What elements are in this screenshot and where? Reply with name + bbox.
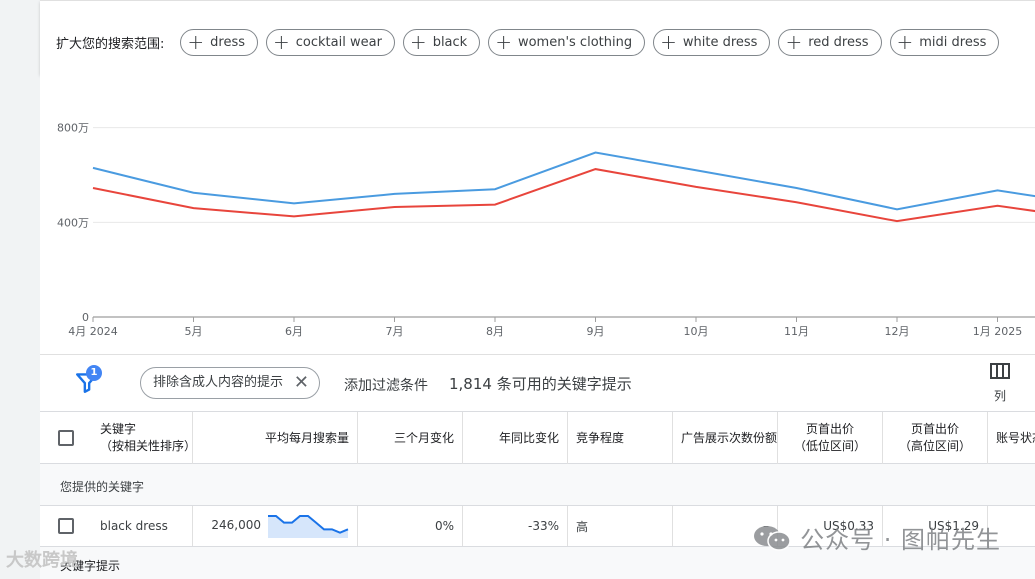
header-keyword-label: 关键字 [100,422,137,436]
columns-button[interactable]: 列 [985,363,1015,404]
x-tick-label: 8月 [486,325,504,338]
x-tick-label: 10月 [684,325,709,338]
header-keyword-sub: （按相关性排序） [100,439,193,453]
x-tick-label: 1月 2025 [973,325,1023,338]
x-tick-label: 9月 [587,325,605,338]
header-keyword[interactable]: 关键字 （按相关性排序） [92,412,193,464]
refine-label: 扩大您的搜索范围: [56,36,165,52]
filter-bar: 1 排除含成人内容的提示 ✕ 添加过滤条件 1,814 条可用的关键字提示 列 [40,354,1035,411]
y-tick-label: 0 [82,311,89,324]
refine-chip[interactable]: + red dress [778,28,882,56]
refine-chip-label: cocktail wear [295,34,382,50]
refine-chip-label: women's clothing [517,34,633,50]
plus-icon: + [785,30,803,54]
refine-chip-label: red dress [808,34,869,50]
refine-chip[interactable]: + dress [180,28,259,56]
avg-searches-cell: 246,000 [193,506,358,546]
watermark: 公众号 · 图帕先生 [752,520,1001,555]
header-top-bid-low-label: 页首出价 [805,422,854,436]
refine-chip[interactable]: + women's clothing [488,28,646,56]
x-tick-label: 12月 [885,325,910,338]
plus-icon: + [409,30,427,54]
refine-chip[interactable]: + midi dress [889,28,1000,56]
yoy-cell: -33% [463,506,568,546]
x-tick-label: 11月 [784,325,809,338]
refine-chip-label: dress [210,34,246,50]
header-three-month[interactable]: 三个月变化 [358,412,463,464]
wechat-icon [754,525,791,551]
plus-icon: + [896,30,914,54]
columns-icon [990,363,1010,379]
keyword-cell: black dress [92,506,193,546]
header-competition[interactable]: 竞争程度 [568,412,673,464]
header-impression-share[interactable]: 广告展示次数份额 [673,412,778,464]
y-tick-label: 400万 [57,216,89,229]
y-tick-label: 800万 [57,122,89,135]
x-tick-label: 5月 [185,325,203,338]
refine-chip-label: midi dress [919,34,987,50]
corner-watermark: 大数跨境 [6,550,78,571]
columns-label: 列 [993,389,1006,403]
header-top-bid-high-label: 页首出价 [910,422,959,436]
search-volume-chart: 800万 400万 0 4月 2024 5月 6月 7月 8月 9月 10月 11月 12月 1月 20… [40,74,1035,354]
refine-chip[interactable]: + black [402,28,481,56]
add-filter-button[interactable]: 添加过滤条件 [344,375,428,395]
series-line-1 [92,168,1035,223]
refine-chip[interactable]: + cocktail wear [266,28,395,56]
table-header: 关键字 （按相关性排序） 平均每月搜索量 三个月变化 年同比变化 竞争程度 广告… [40,411,1035,464]
trend-chart-svg: 800万 400万 04月 2024 5月 6月 7月 8月 9月 10月 11月 12月 1月 20… [57,122,1035,338]
avg-searches-value: 246,000 [211,518,261,532]
select-all-checkbox-cell[interactable] [40,412,92,464]
select-all-checkbox[interactable] [58,430,74,446]
plus-icon: + [495,30,512,54]
header-top-bid-high[interactable]: 页首出价 （高位区间） [883,412,988,464]
three-month-cell: 0% [358,506,463,546]
row-checkbox[interactable] [58,518,74,534]
competition-cell: 高 [568,506,673,546]
x-tick-label: 6月 [285,325,303,338]
x-tick-label: 7月 [386,325,404,338]
header-top-bid-low[interactable]: 页首出价 （低位区间） [778,412,883,464]
header-account-status[interactable]: 账号状态 [988,412,1035,464]
sparkline-chart [268,515,349,538]
refine-chip[interactable]: + white dress [653,28,771,56]
plus-icon: + [660,30,677,54]
refine-chips: + dress + cocktail wear + black + women's cloth… [180,28,1007,56]
header-top-bid-high-sub: （高位区间） [898,439,971,453]
plus-icon: + [273,30,290,54]
close-icon[interactable]: ✕ [294,368,309,398]
row-checkbox-cell[interactable] [40,506,92,546]
refine-chip-label: black [432,34,468,50]
refine-search-bar: 扩大您的搜索范围: + dress + cocktail wear + black + wom… [40,0,1035,74]
header-top-bid-low-sub: （低位区间） [793,439,866,453]
header-avg-searches[interactable]: 平均每月搜索量 [193,412,358,464]
watermark-text: 公众号 · 图帕先生 [800,526,1001,554]
refine-chip-label: white dress [682,34,758,50]
exclude-adult-chip[interactable]: 排除含成人内容的提示 ✕ [140,367,321,399]
x-tick-label: 4月 2024 [68,325,118,338]
exclude-adult-label: 排除含成人内容的提示 [153,375,284,390]
filter-count-badge: 1 [86,365,102,381]
left-sidebar [0,0,40,579]
keyword-count: 1,814 条可用的关键字提示 [449,375,632,393]
provided-keywords-section: 您提供的关键字 [40,464,1035,506]
header-yoy[interactable]: 年同比变化 [463,412,568,464]
plus-icon: + [187,30,205,54]
